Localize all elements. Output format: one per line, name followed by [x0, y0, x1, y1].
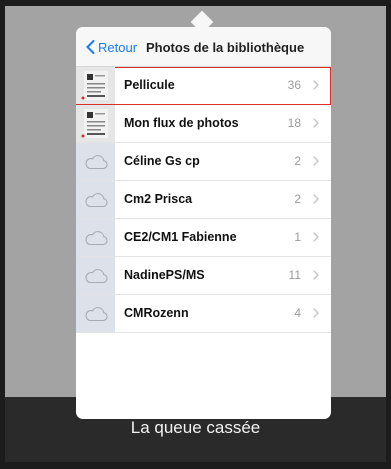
- back-button[interactable]: Retour: [86, 39, 137, 55]
- cloud-icon: [84, 192, 108, 207]
- chevron-right-icon: [313, 156, 319, 166]
- album-row-6[interactable]: NadinePS/MS 11: [76, 257, 331, 295]
- album-count: 2: [294, 154, 301, 168]
- photo-thumbnail-icon: [81, 109, 108, 138]
- photo-thumbnail-icon: [81, 71, 108, 100]
- chevron-right-icon: [313, 80, 319, 90]
- chevron-right-icon: [313, 270, 319, 280]
- album-row-4[interactable]: Cm2 Prisca 2: [76, 181, 331, 219]
- album-count: 2: [294, 192, 301, 206]
- album-count: 18: [287, 116, 301, 130]
- album-row-2[interactable]: Mon flux de photos 18: [76, 105, 331, 143]
- album-thumbnail: [76, 219, 115, 256]
- album-row-3[interactable]: Céline Gs cp 2: [76, 143, 331, 181]
- album-count: 36: [287, 78, 301, 92]
- popover-nav-bar: Retour Photos de la bibliothèque: [76, 27, 331, 67]
- album-thumbnail: [76, 295, 115, 332]
- cloud-icon: [84, 306, 108, 321]
- album-count: 11: [288, 268, 301, 282]
- album-name: Céline Gs cp: [124, 154, 200, 168]
- popover-title: Photos de la bibliothèque: [146, 40, 305, 55]
- album-name: CE2/CM1 Fabienne: [124, 230, 237, 244]
- album-name: Cm2 Prisca: [124, 192, 193, 206]
- album-count: 4: [294, 306, 301, 320]
- album-thumbnail: [76, 257, 115, 294]
- photo-library-popover: Retour Photos de la bibliothèque Pellicu…: [76, 27, 331, 419]
- album-name: CMRozenn: [124, 306, 189, 320]
- album-row-1[interactable]: Pellicule 36: [76, 67, 331, 105]
- chevron-right-icon: [313, 194, 319, 204]
- cloud-icon: [84, 268, 108, 283]
- album-thumbnail: [76, 67, 115, 104]
- album-list: Pellicule 36 Mon flux de photos 18 Célin…: [76, 67, 331, 333]
- chevron-right-icon: [313, 232, 319, 242]
- app-frame: La queue cassée Retour Photos de la bibl…: [5, 6, 386, 462]
- album-name: Mon flux de photos: [124, 116, 239, 130]
- cloud-icon: [84, 154, 108, 169]
- back-label: Retour: [98, 39, 138, 55]
- album-row-7[interactable]: CMRozenn 4: [76, 295, 331, 333]
- chevron-left-icon: [86, 40, 95, 54]
- cloud-icon: [84, 230, 108, 245]
- album-thumbnail: [76, 105, 115, 142]
- chevron-right-icon: [313, 118, 319, 128]
- album-row-5[interactable]: CE2/CM1 Fabienne 1: [76, 219, 331, 257]
- album-name: Pellicule: [124, 78, 175, 92]
- album-thumbnail: [76, 181, 115, 218]
- album-name: NadinePS/MS: [124, 268, 205, 282]
- album-thumbnail: [76, 143, 115, 180]
- album-count: 1: [294, 230, 301, 244]
- document-title: La queue cassée: [130, 418, 261, 437]
- chevron-right-icon: [313, 308, 319, 318]
